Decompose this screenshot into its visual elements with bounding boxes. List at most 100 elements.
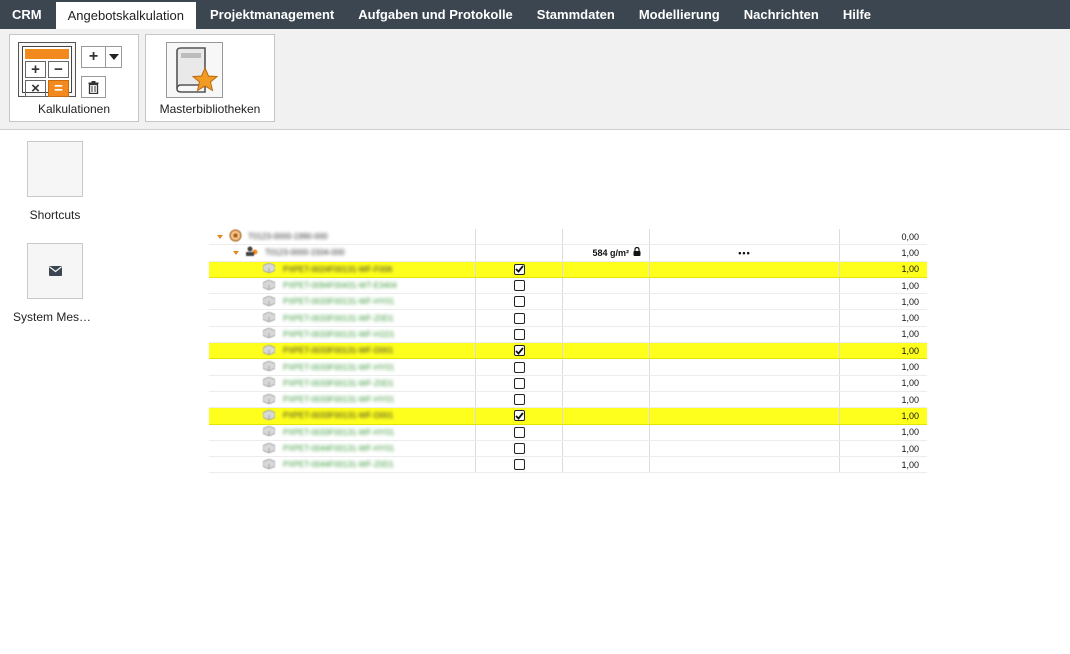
weight-cell	[563, 326, 650, 343]
system-messages-tile[interactable]	[27, 243, 83, 299]
system-messages-label: System Mes…	[12, 310, 91, 324]
name-cell: PXPET-0094F00431-WT-E3404	[209, 277, 476, 294]
table-row[interactable]: PXPET-0033F00131-WF-D001 1,00	[209, 408, 927, 425]
name-cell: T0123-0000-1990-000	[209, 229, 476, 245]
name-cell: PXPET-0033F00131-WF-D001	[209, 408, 476, 424]
cube-icon	[262, 279, 283, 292]
expand-caret-icon[interactable]	[233, 250, 239, 255]
shortcuts-tile[interactable]	[27, 141, 83, 197]
name-cell: PXPET-0044F00131-WF-HY01	[209, 440, 476, 457]
tab-hilfe[interactable]: Hilfe	[831, 0, 883, 29]
checkbox-cell	[476, 424, 563, 440]
checkbox-unchecked[interactable]	[513, 328, 525, 340]
table-row[interactable]: PXPET-0033F00131-WF-D001 1,00	[209, 343, 927, 360]
name-cell: PXPET-0024F00131-WF-F006	[209, 261, 476, 277]
quantity-cell: 1,00	[901, 247, 919, 258]
table-row[interactable]: PXPET-0033F00131-WF-Z0D1 1,00	[209, 310, 927, 327]
tab-crm[interactable]: CRM	[0, 0, 54, 29]
table-row[interactable]: PXPET-0094F00431-WT-E3404 1,00	[209, 277, 927, 295]
checkbox-checked[interactable]	[513, 410, 525, 422]
checkbox-checked[interactable]	[513, 263, 525, 275]
table-row[interactable]: PXPET-0044F00131-WF-Z0D1 1,00	[209, 457, 927, 474]
weight-cell	[563, 261, 650, 277]
table-row[interactable]: PXPET-0033F00131-WF-HY01 1,00	[209, 391, 927, 409]
quantity-cell: 1,00	[901, 378, 919, 389]
cube-icon	[262, 442, 283, 455]
checkbox-unchecked[interactable]	[513, 443, 525, 454]
item-name: T0123-0000-1990-000	[248, 232, 328, 242]
checkbox-unchecked[interactable]	[513, 426, 525, 438]
more-cell	[650, 424, 840, 440]
checkbox-cell	[476, 457, 563, 473]
plus-icon: +	[88, 48, 99, 65]
weight-value: 584 g/m²	[592, 247, 629, 258]
item-name: PXPET-0033F00131-WF-HY01	[283, 395, 395, 405]
checkbox-unchecked[interactable]	[513, 394, 525, 406]
name-cell: PXPET-0033F00131-WF-HY01	[209, 424, 476, 440]
weight-cell	[563, 229, 650, 245]
item-name: PXPET-0033F00131-WF-H1D1	[283, 329, 395, 339]
name-cell: PXPET-0033F00131-WF-Z0D1	[209, 375, 476, 391]
delete-calculation-button[interactable]	[81, 76, 106, 98]
weight-cell	[563, 408, 650, 424]
table-row[interactable]: PXPET-0044F00131-WF-HY01 1,00	[209, 440, 927, 458]
calculator-icon[interactable]: + − × =	[18, 42, 76, 97]
quantity-cell: 1,00	[901, 443, 919, 454]
tab-angebotskalkulation[interactable]: Angebotskalkulation	[55, 0, 196, 29]
more-cell	[650, 326, 840, 343]
tab-nachrichten[interactable]: Nachrichten	[732, 0, 831, 29]
tab-projektmanagement[interactable]: Projektmanagement	[198, 0, 346, 29]
weight-cell	[563, 343, 650, 359]
quantity-cell: 1,00	[901, 427, 919, 438]
name-cell: PXPET-0033F00131-WF-D001	[209, 343, 476, 359]
checkbox-unchecked[interactable]	[513, 296, 525, 308]
masterbibliotheken-label: Masterbibliotheken	[159, 102, 261, 116]
checkbox-cell	[476, 343, 563, 359]
table-row[interactable]: PXPET-0033F00131-WF-Z0D1 1,00	[209, 375, 927, 392]
group-icon	[245, 246, 265, 259]
weight-cell	[563, 277, 650, 294]
table-row[interactable]: T0123-0000-1990-000 0,00	[209, 229, 927, 246]
checkbox-checked[interactable]	[513, 345, 525, 357]
checkbox-cell	[476, 375, 563, 391]
more-cell	[650, 277, 840, 294]
checkbox-cell	[476, 326, 563, 343]
table-row[interactable]: PXPET-0033F00131-WF-H1D1 1,00	[209, 326, 927, 344]
tab-stammdaten[interactable]: Stammdaten	[525, 0, 627, 29]
item-name: PXPET-0094F00431-WT-E3404	[283, 281, 397, 291]
tab-modellierung[interactable]: Modellierung	[627, 0, 732, 29]
add-dropdown-button[interactable]	[106, 46, 122, 68]
more-cell	[650, 391, 840, 408]
checkbox-unchecked[interactable]	[513, 459, 525, 471]
masterbibliotheken-group[interactable]: Masterbibliotheken	[145, 34, 275, 122]
checkbox-unchecked[interactable]	[513, 312, 525, 324]
table-row[interactable]: PXPET-0024F00131-WF-F006 1,00	[209, 261, 927, 278]
item-name: PXPET-0033F00131-WF-Z0D1	[283, 378, 394, 388]
add-calculation-button[interactable]: +	[81, 46, 106, 68]
checkbox-unchecked[interactable]	[513, 377, 525, 389]
table-row[interactable]: PXPET-0033F00131-WF-HY01 1,00	[209, 294, 927, 311]
top-navigation: CRM Angebotskalkulation Projektmanagement A…	[0, 0, 1070, 29]
table-row[interactable]: PXPET-0033F00131-WF-HY01 1,00	[209, 424, 927, 441]
table-row[interactable]: T0123-0000-1504-000 584 g/m² ••• 1,00	[209, 245, 927, 262]
quantity-cell: 1,00	[901, 459, 919, 470]
more-options-icon[interactable]: •••	[738, 248, 750, 258]
quantity-cell: 0,00	[901, 231, 919, 242]
more-cell	[650, 310, 840, 326]
item-name: PXPET-0024F00131-WF-F006	[283, 264, 393, 274]
more-cell: •••	[650, 245, 840, 261]
checkbox-unchecked[interactable]	[513, 361, 525, 373]
weight-cell	[563, 424, 650, 440]
more-cell	[650, 375, 840, 391]
name-cell: PXPET-0033F00131-WF-H1D1	[209, 326, 476, 343]
table-row[interactable]: PXPET-0033F00131-WF-HY01 1,00	[209, 359, 927, 376]
checkbox-unchecked[interactable]	[513, 280, 525, 292]
cube-icon	[262, 376, 283, 389]
more-cell	[650, 294, 840, 310]
item-name: PXPET-0033F00131-WF-HY01	[283, 297, 395, 307]
master-library-icon[interactable]	[166, 42, 223, 98]
checkbox-cell	[476, 310, 563, 326]
weight-cell	[563, 375, 650, 391]
expand-caret-icon[interactable]	[217, 234, 223, 239]
tab-aufgaben-und-protokolle[interactable]: Aufgaben und Protokolle	[346, 0, 525, 29]
